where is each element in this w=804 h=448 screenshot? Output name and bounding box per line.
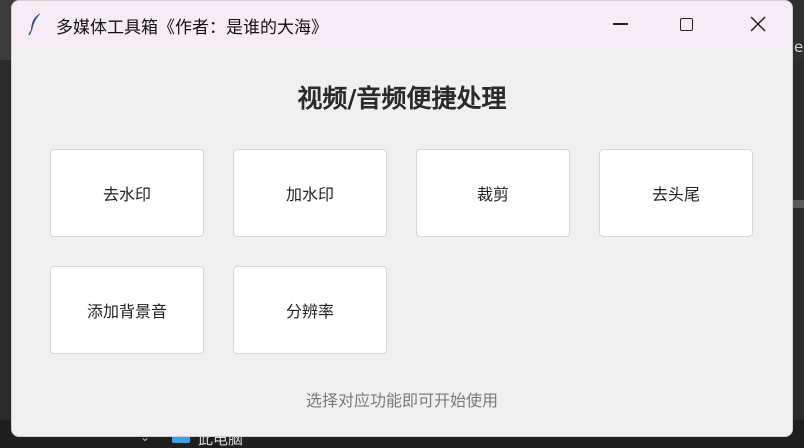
trim-head-tail-button[interactable]: 去头尾 — [599, 149, 753, 237]
close-button[interactable] — [724, 1, 792, 47]
close-icon — [750, 16, 766, 32]
maximize-button[interactable] — [652, 1, 720, 47]
hint-text: 选择对应功能即可开始使用 — [305, 391, 498, 410]
background-window-strip — [793, 200, 804, 208]
remove-watermark-button[interactable]: 去水印 — [50, 149, 204, 237]
app-window: 多媒体工具箱《作者：是谁的大海》 视频/音频便捷处理 去水印 加水印 裁剪 去头… — [11, 0, 793, 437]
add-watermark-button[interactable]: 加水印 — [233, 149, 387, 237]
feather-icon — [28, 12, 42, 36]
minimize-button[interactable] — [586, 1, 654, 47]
add-background-music-button[interactable]: 添加背景音 — [50, 266, 204, 354]
background-window-text: es — [794, 38, 804, 56]
title-bar[interactable]: 多媒体工具箱《作者：是谁的大海》 — [12, 1, 792, 47]
page-title: 视频/音频便捷处理 — [297, 84, 507, 113]
maximize-icon — [679, 17, 693, 31]
minimize-icon — [612, 23, 628, 25]
resolution-button[interactable]: 分辨率 — [233, 266, 387, 354]
window-title: 多媒体工具箱《作者：是谁的大海》 — [56, 18, 328, 38]
crop-button[interactable]: 裁剪 — [416, 149, 570, 237]
